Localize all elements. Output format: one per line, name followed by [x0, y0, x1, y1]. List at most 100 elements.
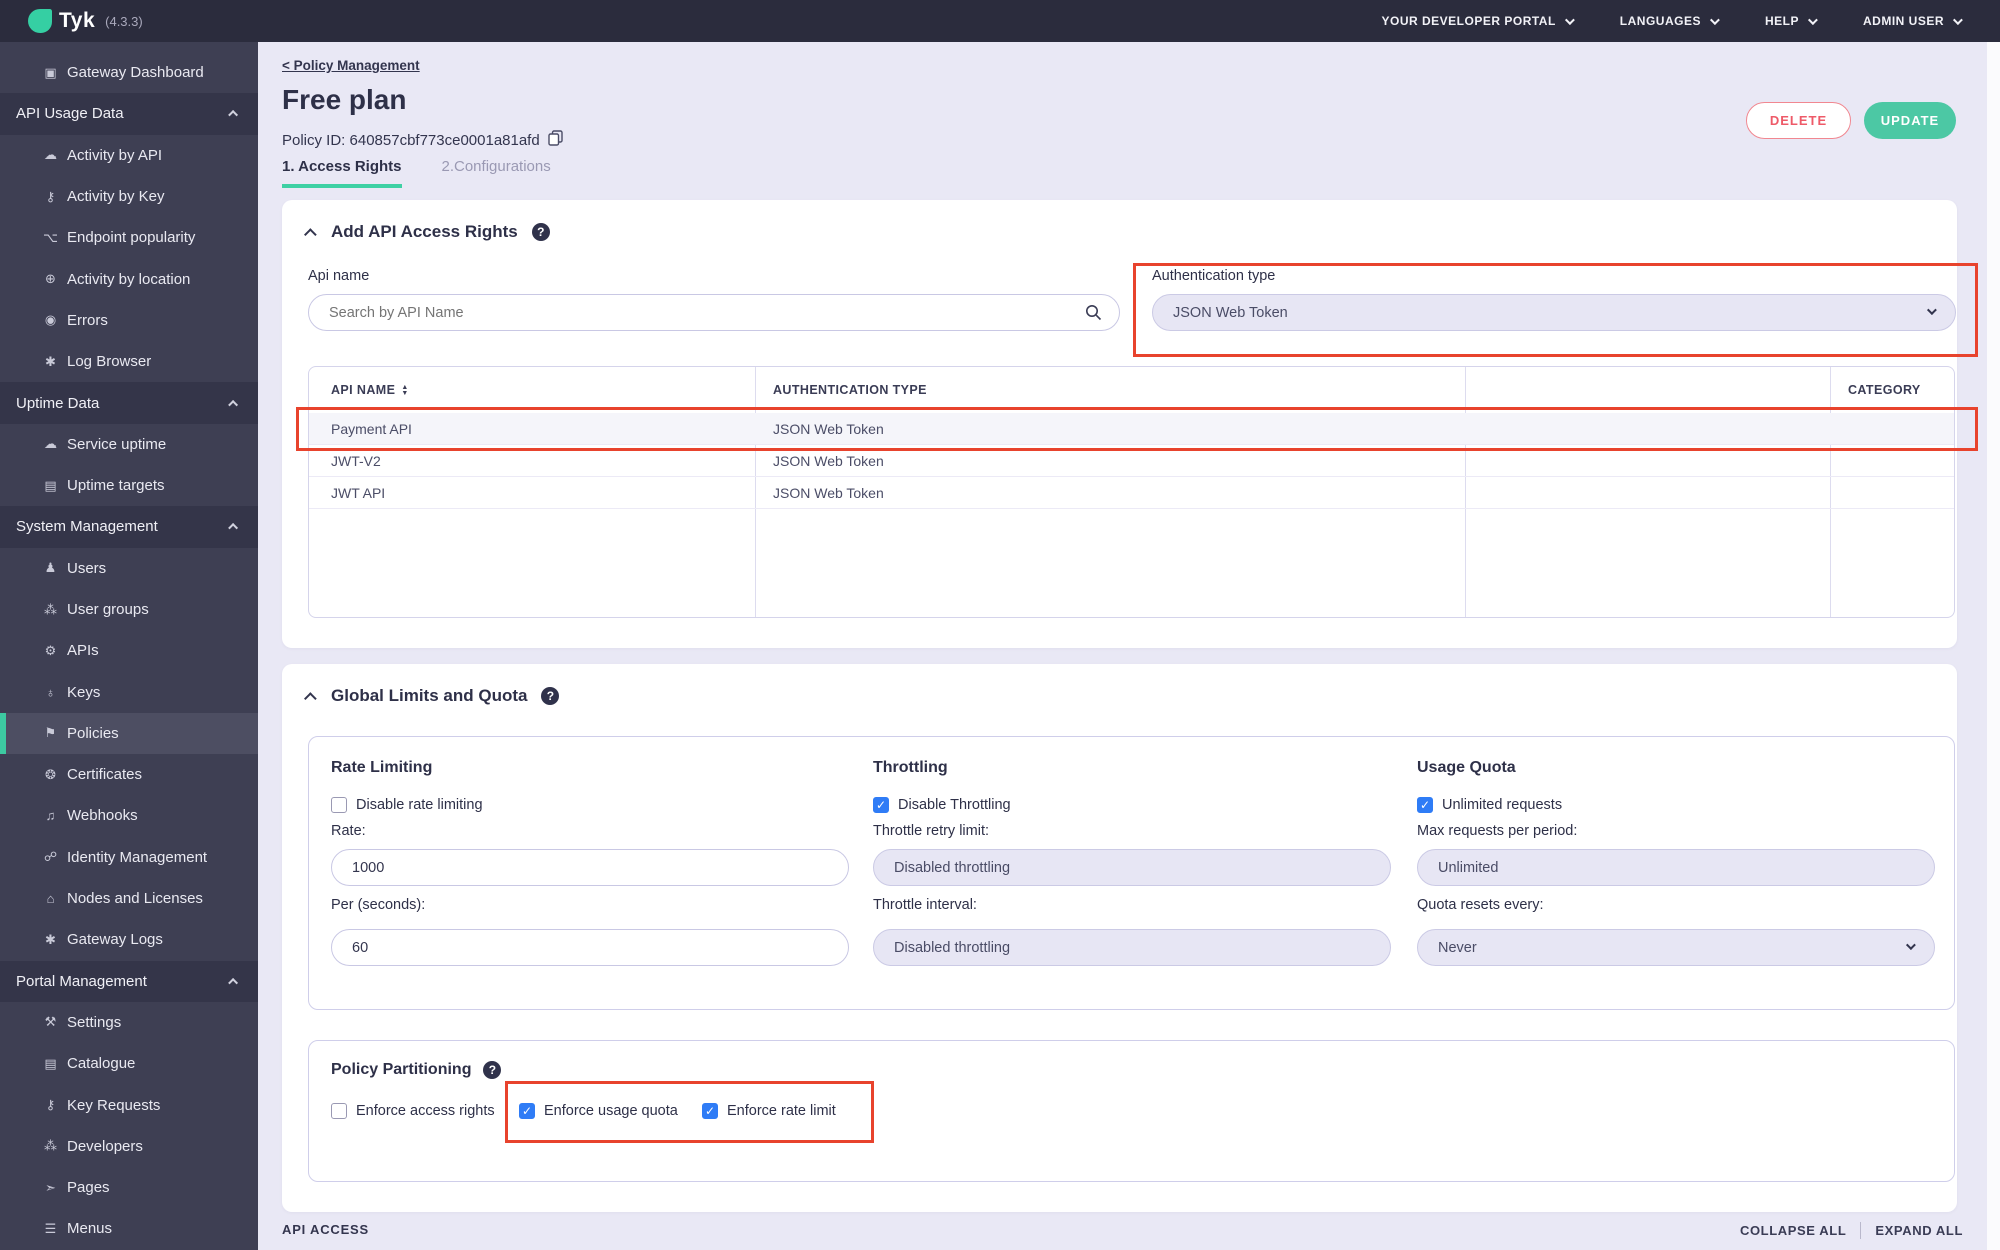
- nav-admin-user[interactable]: ADMIN USER: [1862, 14, 1963, 28]
- nav-languages[interactable]: LANGUAGES: [1620, 14, 1720, 28]
- checkbox-icon: ✓: [331, 797, 347, 813]
- nav-developer-portal[interactable]: YOUR DEVELOPER PORTAL: [1382, 14, 1575, 28]
- sidebar-item-label: Log Browser: [67, 353, 152, 371]
- sidebar-item-gateway-logs[interactable]: ✱ Gateway Logs: [0, 919, 258, 960]
- sidebar-item-keys[interactable]: ♁ Keys: [0, 671, 258, 712]
- sidebar-item-label: Endpoint popularity: [67, 229, 196, 247]
- sidebar-item-label: Keys: [67, 683, 101, 701]
- breadcrumb-policy-management[interactable]: < Policy Management: [282, 58, 420, 73]
- nav-help[interactable]: HELP: [1765, 14, 1818, 28]
- table-row-payment-api[interactable]: Payment API JSON Web Token: [309, 413, 1954, 445]
- sidebar-item-endpoint-popularity[interactable]: ⌥ Endpoint popularity: [0, 217, 258, 258]
- scrollbar-track[interactable]: [1987, 42, 2000, 1250]
- disable-rate-limiting-checkbox[interactable]: ✓ Disable rate limiting: [331, 797, 483, 813]
- sidebar-item-user-groups[interactable]: ⁂ User groups: [0, 589, 258, 630]
- sidebar-item-log-browser[interactable]: ✱ Log Browser: [0, 341, 258, 382]
- sidebar-item-activity-by-key[interactable]: ⚷ Activity by Key: [0, 176, 258, 217]
- api-name-label: Api name: [308, 268, 370, 284]
- sidebar-item-service-uptime[interactable]: ☁ Service uptime: [0, 424, 258, 465]
- rate-input[interactable]: [331, 849, 849, 886]
- quota-resets-select[interactable]: Never: [1417, 929, 1935, 966]
- webhooks-icon: ♫: [45, 808, 56, 824]
- collapse-chevron-icon[interactable]: [304, 691, 317, 705]
- sort-icon[interactable]: ▲ ▼: [401, 384, 408, 396]
- sidebar-item-settings[interactable]: ⚒ Settings: [0, 1002, 258, 1043]
- sidebar-item-label: APIs: [67, 642, 99, 660]
- sidebar-item-users[interactable]: ♟ Users: [0, 548, 258, 589]
- sidebar-item-activity-by-api[interactable]: ☁ Activity by API: [0, 135, 258, 176]
- errors-icon: ◉: [44, 312, 57, 328]
- table-row-jwt-api[interactable]: JWT API JSON Web Token: [309, 477, 1954, 509]
- sidebar-item-label: Activity by location: [67, 270, 191, 288]
- delete-button[interactable]: DELETE: [1746, 102, 1851, 139]
- help-icon[interactable]: ?: [531, 223, 550, 241]
- authentication-type-select[interactable]: JSON Web Token: [1152, 294, 1956, 331]
- help-icon[interactable]: ?: [483, 1061, 502, 1079]
- identity-management-icon: ☍: [43, 849, 58, 865]
- sidebar-section-portal-management[interactable]: Portal Management: [0, 960, 258, 1002]
- expand-all-button[interactable]: EXPAND ALL: [1875, 1223, 1963, 1238]
- sidebar-item-menus[interactable]: ☰ Menus: [0, 1208, 258, 1249]
- nav-label: ADMIN USER: [1862, 14, 1944, 28]
- sidebar-item-label: Gateway Dashboard: [67, 64, 204, 82]
- unlimited-requests-checkbox[interactable]: ✓ Unlimited requests: [1417, 797, 1562, 813]
- sidebar-item-webhooks[interactable]: ♫ Webhooks: [0, 795, 258, 836]
- tab-configurations[interactable]: 2.Configurations: [442, 158, 551, 188]
- endpoint-popularity-icon: ⌥: [43, 229, 58, 245]
- collapse-chevron-icon[interactable]: [304, 227, 317, 241]
- uptime-targets-icon: ▤: [44, 477, 57, 493]
- copy-icon[interactable]: [548, 130, 564, 150]
- tab-access-rights[interactable]: 1. Access Rights: [282, 158, 402, 188]
- sidebar-item-errors[interactable]: ◉ Errors: [0, 300, 258, 341]
- pages-icon: ➣: [45, 1179, 56, 1195]
- sidebar-item-catalogue[interactable]: ▤ Catalogue: [0, 1043, 258, 1084]
- sidebar-item-activity-by-location[interactable]: ⊕ Activity by location: [0, 258, 258, 299]
- table-row-jwt-v2[interactable]: JWT-V2 JSON Web Token: [309, 445, 1954, 477]
- search-icon: [1086, 305, 1102, 321]
- sidebar-section-uptime-data[interactable]: Uptime Data: [0, 382, 258, 424]
- sidebar-item-label: Nodes and Licenses: [67, 890, 203, 908]
- sidebar-item-developers[interactable]: ⁂ Developers: [0, 1126, 258, 1167]
- disable-throttling-checkbox[interactable]: ✓ Disable Throttling: [873, 797, 1011, 813]
- sidebar-item-label: Key Requests: [67, 1096, 161, 1114]
- version-label: (4.3.3): [105, 13, 143, 29]
- per-seconds-input[interactable]: [331, 929, 849, 966]
- rate-label: Rate:: [331, 823, 366, 839]
- chevron-up-icon: [228, 399, 239, 410]
- chevron-down-icon: [1952, 14, 1963, 25]
- checkbox-label: Enforce rate limit: [727, 1103, 836, 1119]
- sidebar-item-label: Settings: [67, 1013, 122, 1031]
- sidebar-item-label: Gateway Logs: [67, 931, 163, 949]
- column-header-api-name[interactable]: API NAME ▲ ▼: [331, 383, 409, 397]
- sidebar-item-key-requests[interactable]: ⚷ Key Requests: [0, 1084, 258, 1125]
- cell-auth-type: JSON Web Token: [773, 485, 884, 501]
- usage-quota-column: Usage Quota ✓ Unlimited requests Max req…: [1417, 737, 1935, 1009]
- table-header-row: API NAME ▲ ▼ AUTHENTICATION TYPE CATEGORY: [309, 367, 1954, 413]
- tyk-logo[interactable]: Tyk (4.3.3): [28, 9, 143, 33]
- collapse-all-button[interactable]: COLLAPSE ALL: [1740, 1223, 1846, 1238]
- global-limits-card: Global Limits and Quota ? Rate Limiting …: [282, 664, 1957, 1212]
- sidebar-section-system-management[interactable]: System Management: [0, 506, 258, 548]
- api-search-input[interactable]: [308, 294, 1120, 331]
- chevron-down-icon: [1807, 14, 1818, 25]
- sidebar-section-api-usage-data[interactable]: API Usage Data: [0, 93, 258, 135]
- sidebar-item-policies[interactable]: ⚑ Policies: [0, 712, 258, 755]
- sidebar-item-gateway-dashboard[interactable]: ▣ Gateway Dashboard: [0, 52, 258, 93]
- update-button[interactable]: UPDATE: [1864, 102, 1956, 139]
- api-access-section-label[interactable]: API ACCESS: [282, 1222, 369, 1237]
- sidebar-item-identity-management[interactable]: ☍ Identity Management: [0, 837, 258, 878]
- sidebar-item-apis[interactable]: ⚙ APIs: [0, 630, 258, 671]
- checkbox-icon: ✓: [1417, 797, 1433, 813]
- enforce-usage-quota-checkbox[interactable]: ✓ Enforce usage quota: [519, 1103, 678, 1119]
- sidebar-item-certificates[interactable]: ❂ Certificates: [0, 754, 258, 795]
- tyk-logo-icon: [28, 9, 52, 33]
- sidebar-item-label: Catalogue: [67, 1055, 136, 1073]
- sidebar-item-uptime-targets[interactable]: ▤ Uptime targets: [0, 465, 258, 506]
- help-icon[interactable]: ?: [541, 687, 560, 705]
- checkbox-label: Enforce access rights: [356, 1103, 495, 1119]
- sidebar-item-pages[interactable]: ➣ Pages: [0, 1167, 258, 1208]
- enforce-rate-limit-checkbox[interactable]: ✓ Enforce rate limit: [702, 1103, 836, 1119]
- policies-icon: ⚑: [44, 725, 57, 741]
- enforce-access-rights-checkbox[interactable]: ✓ Enforce access rights: [331, 1103, 495, 1119]
- sidebar-item-nodes-and-licenses[interactable]: ⌂ Nodes and Licenses: [0, 878, 258, 919]
